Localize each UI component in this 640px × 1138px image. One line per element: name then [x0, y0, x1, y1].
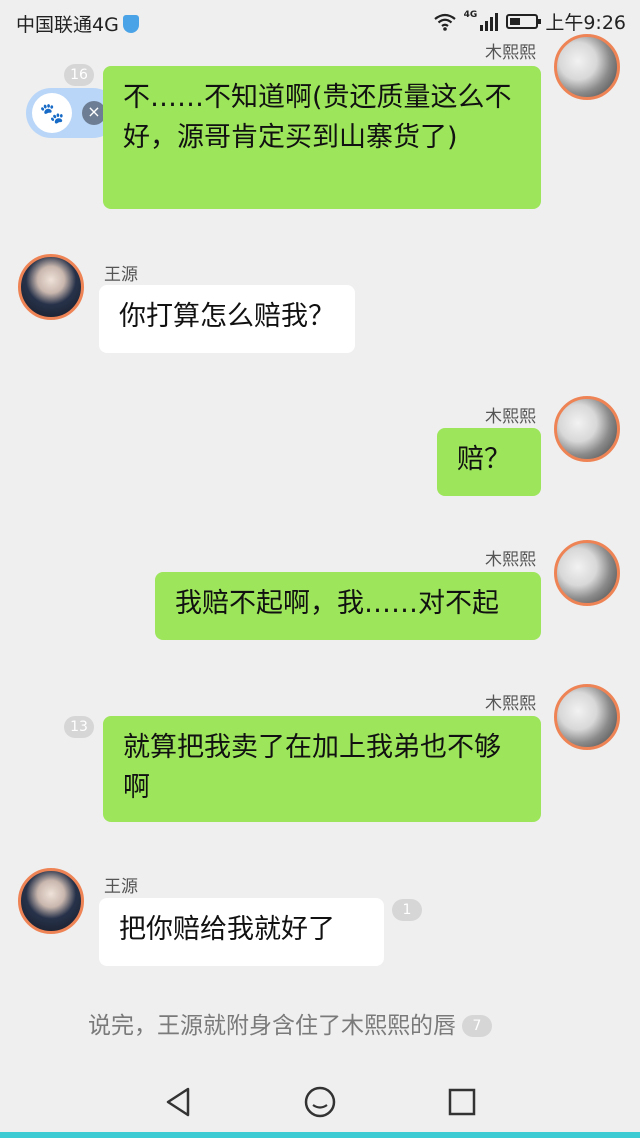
avatar[interactable]: [554, 396, 620, 462]
carrier-label: 中国联通4G: [16, 10, 139, 37]
sender-name: 木熙熙: [485, 407, 536, 427]
wifi-icon: [433, 13, 456, 31]
narration-text: 说完，王源就附身含住了木熙熙的唇: [88, 1013, 456, 1039]
comment-count-badge[interactable]: 7: [462, 1015, 492, 1037]
message-bubble: 就算把我卖了在加上我弟也不够啊: [103, 716, 541, 822]
message-bubble: 我赔不起啊，我……对不起: [155, 572, 541, 640]
sender-name: 木熙熙: [485, 43, 536, 63]
comment-count-badge[interactable]: 16: [64, 64, 94, 86]
avatar[interactable]: [554, 540, 620, 606]
home-icon[interactable]: [302, 1084, 338, 1120]
avatar[interactable]: [554, 684, 620, 750]
status-icons: 4G 上午9:26: [433, 8, 626, 35]
avatar[interactable]: [18, 868, 84, 934]
back-icon[interactable]: [160, 1084, 196, 1120]
message-bubble: 赔？: [437, 428, 541, 496]
sender-name: 木熙熙: [485, 694, 536, 714]
status-bar: 中国联通4G 4G 上午9:26: [0, 0, 640, 44]
comment-count-badge[interactable]: 13: [64, 716, 94, 738]
sender-name: 王源: [104, 877, 138, 897]
accent-line: [0, 1132, 640, 1138]
signal-icon: [480, 12, 499, 31]
message-bubble: 不……不知道啊(贵还质量这么不好，源哥肯定买到山寨货了): [103, 66, 541, 209]
clock: 上午9:26: [545, 12, 626, 34]
shield-icon: [122, 15, 139, 33]
narration-line: 说完，王源就附身含住了木熙熙的唇 7: [88, 1006, 492, 1040]
paw-icon[interactable]: 🐾: [32, 93, 72, 133]
navigation-bar: [0, 1062, 640, 1138]
comment-count-badge[interactable]: 1: [392, 899, 422, 921]
sender-name: 王源: [104, 265, 138, 285]
avatar[interactable]: [554, 34, 620, 100]
avatar[interactable]: [18, 254, 84, 320]
message-bubble: 你打算怎么赔我？: [99, 285, 355, 353]
network-type: 4G: [463, 9, 478, 20]
battery-icon: [506, 14, 542, 29]
sender-name: 木熙熙: [485, 550, 536, 570]
recent-apps-icon[interactable]: [444, 1084, 480, 1120]
message-bubble: 把你赔给我就好了: [99, 898, 384, 966]
